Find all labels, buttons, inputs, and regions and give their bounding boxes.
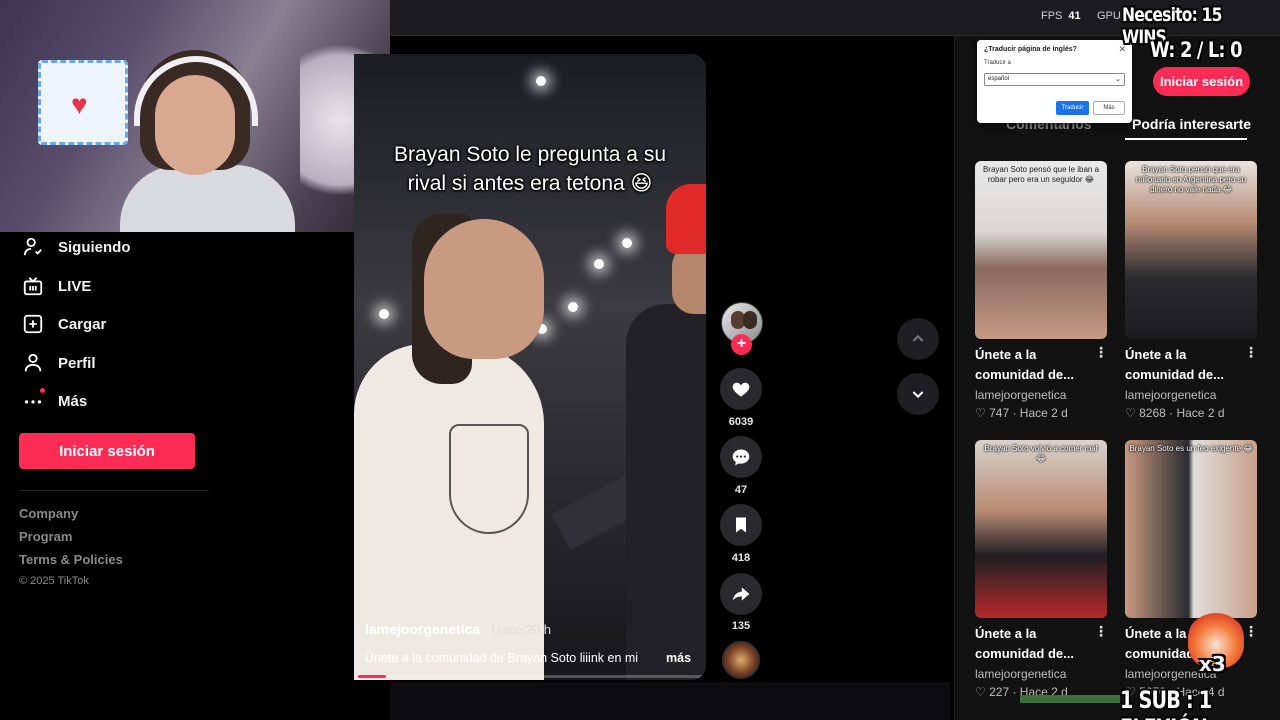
streamer-webcam: ♥: [0, 0, 390, 232]
chevron-up-icon: [912, 334, 924, 342]
translate-button[interactable]: Traducir: [1056, 101, 1089, 115]
tab-recommended[interactable]: Podría interesarte: [1132, 116, 1251, 132]
video-progress-fill: [358, 675, 386, 678]
recommended-video-title[interactable]: Únete a la comunidad de...: [975, 345, 1087, 385]
share-arrow-icon: [732, 587, 750, 601]
translate-popup-title: ¿Traducir página de inglés?: [984, 46, 1077, 53]
left-sidebar: Siguiendo LIVE Cargar Perfil Más Iniciar…: [0, 232, 354, 720]
heart-icon: ♥: [71, 89, 88, 120]
video-person-right: [626, 304, 706, 680]
live-tv-icon: [23, 277, 43, 296]
sidebar-item-label: Siguiendo: [58, 238, 131, 256]
stream-score-text: W: 2 / L: 0: [1150, 38, 1243, 62]
recommended-video-thumb[interactable]: Brayan Soto es un feo exigente 😂: [1125, 440, 1257, 618]
more-options-icon[interactable]: ⋮: [1244, 344, 1258, 361]
sidebar-item-label: LIVE: [58, 277, 92, 295]
like-count: 6039: [728, 416, 754, 428]
video-time: · Hace 20 h: [480, 622, 551, 637]
recommended-video-thumb[interactable]: Brayan Soto volvió a comer mal 😂: [975, 440, 1107, 618]
recommended-video-meta: ♡ 747 · Hace 2 d: [975, 406, 1068, 420]
language-select[interactable]: español ⌄: [984, 73, 1125, 86]
recommended-video-thumb[interactable]: Brayan Soto pensó que era millonario en …: [1125, 161, 1257, 339]
translate-to-label: Traducir a: [984, 60, 1011, 66]
follow-plus-icon[interactable]: +: [731, 334, 752, 355]
footer-link-company[interactable]: Company: [19, 506, 78, 521]
sidebar-item-following[interactable]: Siguiendo: [22, 232, 131, 262]
previous-video-button[interactable]: [897, 318, 939, 360]
video-caption: Brayan Soto le pregunta a su rival si an…: [393, 143, 666, 195]
header-login-button[interactable]: Iniciar sesión: [1153, 67, 1250, 96]
recommended-video-author[interactable]: lamejoorgenetica: [975, 388, 1066, 402]
translate-more-button[interactable]: Más: [1093, 101, 1125, 115]
stream-sub-rule-text: 1 SUB : 1 FLEXIÓN: [1120, 686, 1212, 720]
comment-count: 47: [734, 484, 748, 496]
sidebar-login-button[interactable]: Iniciar sesión: [19, 433, 195, 469]
sidebar-item-label: Más: [58, 392, 88, 410]
stream-progress-bar: [1020, 695, 1120, 703]
footer-link-terms[interactable]: Terms & Policies: [19, 552, 123, 567]
share-count: 135: [731, 620, 751, 632]
video-author[interactable]: lamejoorgenetica · Hace 20 h: [365, 621, 551, 637]
save-count: 418: [731, 552, 751, 564]
bookmark-icon: [736, 517, 746, 533]
heart-icon: [732, 382, 750, 397]
sidebar-item-upload[interactable]: Cargar: [22, 309, 106, 339]
recommended-video-title[interactable]: Únete a la comunidad de...: [975, 624, 1087, 664]
sidebar-item-more[interactable]: Más: [22, 386, 87, 416]
notification-dot: [40, 388, 45, 393]
cam-heart-box: ♥: [38, 60, 128, 145]
video-player[interactable]: Brayan Soto le pregunta a su rival si an…: [354, 54, 706, 680]
sidebar-item-live[interactable]: LIVE: [22, 271, 91, 301]
taskbar-strip: [390, 682, 950, 720]
like-button[interactable]: [720, 368, 762, 410]
next-video-button[interactable]: [897, 373, 939, 415]
recommended-video-meta: ♡ 8268 · Hace 2 d: [1125, 406, 1225, 420]
comment-button[interactable]: [720, 436, 762, 478]
stream-multiplier-text: x3: [1199, 652, 1226, 676]
save-button[interactable]: [720, 504, 762, 546]
share-button[interactable]: [720, 573, 762, 615]
copyright-text: © 2025 TikTok: [19, 575, 89, 587]
headphones-icon: [134, 56, 258, 126]
more-options-icon[interactable]: ⋮: [1094, 344, 1108, 361]
sidebar-item-label: Perfil: [58, 354, 96, 372]
gpu-readout: GPU: [1097, 10, 1121, 22]
footer-link-program[interactable]: Program: [19, 529, 72, 544]
cam-streamer: [120, 50, 295, 232]
video-description: Únete a la comunidad de Brayan Soto liii…: [365, 651, 639, 665]
recommended-video-title[interactable]: Únete a la comunidad de...: [1125, 345, 1237, 385]
translate-popup: ¿Traducir página de inglés? ✕ Traducir a…: [977, 40, 1132, 123]
profile-icon: [24, 353, 42, 372]
more-options-icon[interactable]: ⋮: [1094, 623, 1108, 640]
video-more-link[interactable]: más: [666, 651, 691, 665]
comment-icon: [732, 449, 750, 466]
following-icon: [23, 237, 42, 256]
music-disc-icon[interactable]: [722, 641, 760, 679]
more-options-icon[interactable]: ⋮: [1244, 623, 1258, 640]
video-progress-bar[interactable]: [358, 675, 702, 678]
chevron-down-icon: [912, 391, 924, 399]
sidebar-item-label: Cargar: [58, 315, 107, 333]
sidebar-item-profile[interactable]: Perfil: [22, 348, 96, 378]
fps-readout: FPS 41: [1041, 10, 1081, 22]
recommended-video-author[interactable]: lamejoorgenetica: [975, 667, 1066, 681]
recommended-video-author[interactable]: lamejoorgenetica: [1125, 388, 1216, 402]
sidebar-divider: [19, 490, 209, 491]
active-tab-indicator: [1125, 138, 1247, 140]
more-dots-icon: [22, 388, 45, 412]
chevron-down-icon: ⌄: [1115, 76, 1121, 83]
upload-plus-icon: [23, 314, 43, 334]
recommended-video-thumb[interactable]: Brayan Soto pensó que le iban a robar pe…: [975, 161, 1107, 339]
